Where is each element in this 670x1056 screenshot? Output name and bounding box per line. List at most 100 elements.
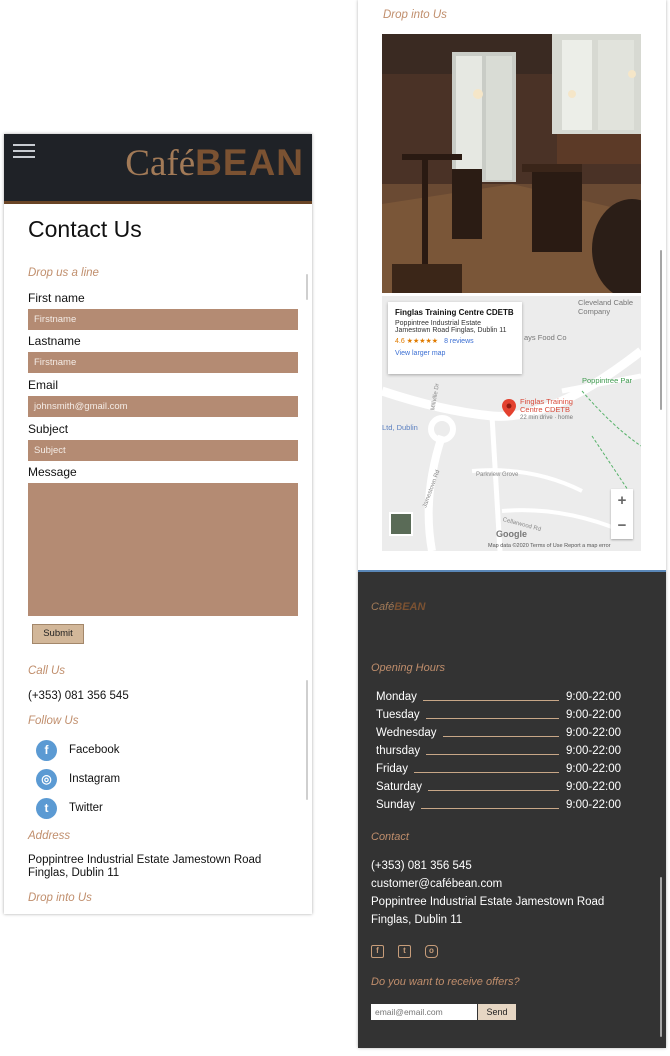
message-textarea[interactable]: [28, 483, 298, 616]
contact-page-mobile-scrolled: Drop into Us Finglas Training Centre CDE…: [358, 0, 666, 1048]
hours-time: 9:00-22:00: [566, 709, 621, 721]
social-label: Facebook: [69, 744, 120, 756]
hours-row: Monday 9:00-22:00: [376, 689, 621, 705]
address-heading: Address: [28, 830, 71, 842]
social-link-instagram[interactable]: ◎ Instagram: [36, 768, 120, 790]
contact-heading: Contact: [371, 831, 409, 843]
map-label-food: ays Food Co: [524, 333, 567, 342]
map-pin-icon[interactable]: [502, 399, 516, 417]
hours-row: Friday 9:00-22:00: [376, 761, 621, 777]
hours-time: 9:00-22:00: [566, 799, 621, 811]
map-zoom-controls: + −: [611, 489, 633, 539]
map-label-parkview: Parkview Grove: [476, 472, 519, 478]
zoom-in-button[interactable]: +: [611, 489, 633, 514]
footer: CaféBEAN Opening Hours Monday 9:00-22:00…: [358, 570, 666, 1048]
map-pin-sublabel: 22 min drive · home: [520, 415, 574, 421]
hours-divider: [426, 753, 559, 755]
zoom-out-button[interactable]: −: [611, 514, 633, 539]
map-attribution[interactable]: Map data ©2020 Terms of Use Report a map…: [488, 543, 611, 549]
footer-scrollbar[interactable]: [660, 877, 662, 1037]
hours-day: Friday: [376, 763, 408, 775]
cafe-photo-art: [382, 34, 641, 293]
hours-day: Tuesday: [376, 709, 420, 721]
hours-time: 9:00-22:00: [566, 745, 621, 757]
hours-divider: [422, 699, 559, 701]
hours-divider: [428, 789, 559, 791]
hours-divider: [413, 771, 559, 773]
map-rating: 4.6 ★★★★★: [395, 338, 439, 345]
logo-bean: BEAN: [195, 142, 304, 183]
footer-logo-cafe: Café: [371, 601, 395, 613]
footer-logo-bean: BEAN: [394, 601, 426, 613]
hours-divider: [425, 717, 559, 719]
email-label: Email: [28, 378, 59, 392]
hours-time: 9:00-22:00: [566, 763, 621, 775]
social-label: Twitter: [69, 802, 103, 814]
logo[interactable]: CaféBEAN: [125, 138, 304, 189]
newsletter-email-input[interactable]: [371, 1004, 477, 1020]
hours-day: Sunday: [376, 799, 416, 811]
hours-row: Wednesday 9:00-22:00: [376, 725, 621, 741]
twitter-icon[interactable]: t: [398, 945, 411, 958]
first-name-label: First name: [28, 291, 85, 305]
hours-time: 9:00-22:00: [566, 691, 621, 703]
hours-row: Saturday 9:00-22:00: [376, 779, 621, 795]
view-larger-map-link[interactable]: View larger map: [395, 350, 515, 357]
email-field[interactable]: johnsmith@gmail.com: [28, 396, 298, 417]
hamburger-menu-icon[interactable]: [13, 144, 35, 160]
footer-social-icons: f t o: [371, 945, 438, 958]
map-info-card: Finglas Training Centre CDETB Poppintree…: [388, 302, 522, 374]
twitter-icon: t: [36, 797, 57, 819]
instagram-icon[interactable]: o: [425, 945, 438, 958]
subject-label: Subject: [28, 422, 69, 436]
map-pin-label: Finglas Training Centre CDETB: [520, 397, 573, 414]
map-label-cleveland: Cleveland Cable Company: [578, 298, 634, 316]
map-place-address: Poppintree Industrial Estate Jamestown R…: [395, 320, 507, 334]
footer-email[interactable]: customer@cafébean.com: [371, 878, 502, 890]
hours-divider: [421, 807, 559, 809]
location-map[interactable]: Finglas Training Centre CDETB Poppintree…: [382, 296, 641, 551]
social-link-facebook[interactable]: f Facebook: [36, 739, 120, 761]
send-button[interactable]: Send: [478, 1004, 516, 1020]
hours-day: thursday: [376, 745, 421, 757]
hours-time: 9:00-22:00: [566, 727, 621, 739]
map-label-park: Poppintree Par: [582, 376, 633, 385]
contact-page-mobile: CaféBEAN Contact Us Drop us a line First…: [4, 134, 312, 914]
opening-hours-heading: Opening Hours: [371, 662, 445, 674]
map-place-name: Finglas Training Centre CDETB: [395, 308, 514, 317]
scrollbar-top[interactable]: [306, 274, 308, 300]
first-name-field[interactable]: Firstname: [28, 309, 298, 330]
google-logo: Google: [496, 529, 527, 539]
hours-day: Monday: [376, 691, 417, 703]
hours-day: Saturday: [376, 781, 423, 793]
last-name-field[interactable]: Firstname: [28, 352, 298, 373]
satellite-toggle[interactable]: [389, 512, 413, 536]
page-scrollbar[interactable]: [660, 250, 662, 410]
hours-row: Sunday 9:00-22:00: [376, 797, 621, 813]
last-name-label: Lastname: [28, 334, 81, 348]
submit-button[interactable]: Submit: [32, 624, 84, 644]
social-label: Instagram: [69, 773, 121, 785]
follow-us-heading: Follow Us: [28, 715, 79, 727]
scrollbar-bottom[interactable]: [306, 680, 308, 800]
footer-phone[interactable]: (+353) 081 356 545: [371, 860, 472, 872]
drop-line-heading: Drop us a line: [28, 267, 99, 279]
hours-row: thursday 9:00-22:00: [376, 743, 621, 759]
hours-day: Wednesday: [376, 727, 437, 739]
drop-into-heading: Drop into Us: [28, 892, 92, 904]
phone-number[interactable]: (+353) 081 356 545: [28, 690, 129, 702]
footer-address-line2: Finglas, Dublin 11: [371, 914, 463, 926]
map-reviews-link[interactable]: 8 reviews: [444, 338, 474, 345]
footer-logo[interactable]: CaféBEAN: [371, 601, 425, 613]
hours-row: Tuesday 9:00-22:00: [376, 707, 621, 723]
social-link-twitter[interactable]: t Twitter: [36, 797, 103, 819]
drop-into-heading: Drop into Us: [383, 9, 447, 21]
header: CaféBEAN: [4, 134, 312, 204]
instagram-icon: ◎: [36, 768, 57, 790]
logo-cafe: Café: [125, 143, 196, 184]
hours-divider: [442, 735, 559, 737]
offers-heading: Do you want to receive offers?: [371, 976, 520, 988]
subject-field[interactable]: Subject: [28, 440, 298, 461]
facebook-icon[interactable]: f: [371, 945, 384, 958]
call-us-heading: Call Us: [28, 665, 66, 677]
